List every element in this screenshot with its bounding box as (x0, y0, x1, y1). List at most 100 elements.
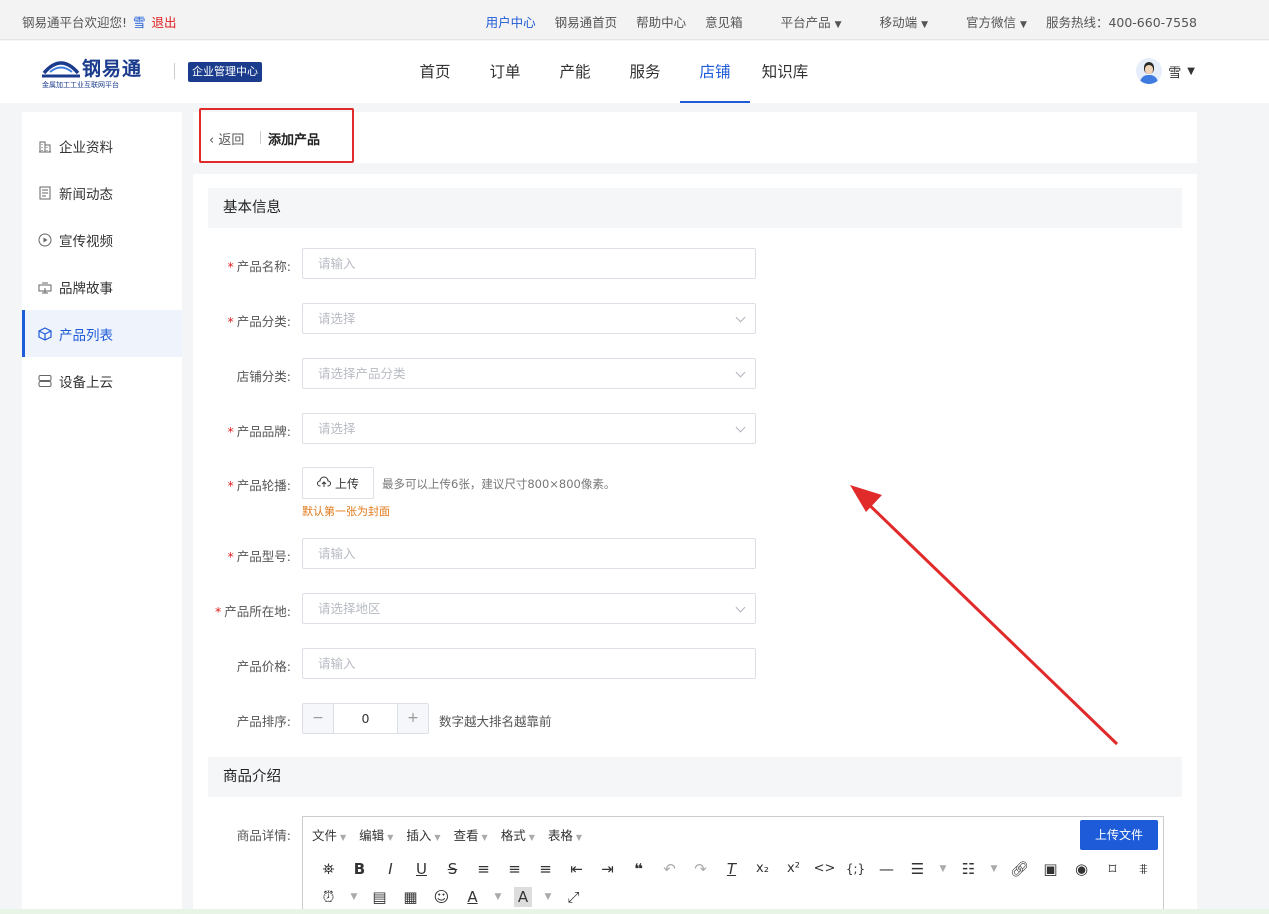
field-label: * 产品品牌: (228, 421, 291, 440)
caret-down-icon: ▼ (921, 20, 928, 30)
menu-label: 插入 (406, 827, 432, 843)
field-label-text: 产品名称: (236, 259, 291, 274)
background-color-icon[interactable]: A (514, 887, 532, 907)
link-icon[interactable]: 🔗︎ (1004, 859, 1035, 879)
underline-icon[interactable]: U (406, 859, 437, 879)
menu-edit[interactable]: 编辑 ▼ (359, 825, 393, 844)
image-icon[interactable]: ▣ (1035, 859, 1066, 879)
stepper-minus-button[interactable]: − (303, 704, 334, 733)
caret-down-icon: ▼ (481, 832, 488, 842)
redo-icon[interactable]: ↷ (685, 859, 716, 879)
detail-label: 商品详情: (236, 828, 291, 843)
caret-down-icon[interactable]: ▼ (933, 859, 953, 879)
field-label: * 产品所在地: (215, 601, 291, 620)
nav-knowledge[interactable]: 知识库 (750, 41, 820, 103)
rich-text-editor: 文件 ▼ 编辑 ▼ 插入 ▼ 查看 ▼ 格式 ▼ 表格 ▼ 上传文件 ⛯ B I U S ≡… (302, 816, 1164, 914)
shop-category-select[interactable]: 请选择产品分类 (302, 358, 756, 389)
caret-down-icon: ▼ (340, 832, 347, 842)
caret-down-icon[interactable]: ▼ (538, 887, 558, 907)
font-color-icon[interactable]: A (457, 887, 488, 907)
top-link-feedback[interactable]: 意见箱 (705, 12, 743, 31)
blockquote-icon[interactable]: ❝ (623, 859, 654, 879)
required-marker: * (215, 604, 222, 619)
upload-file-button[interactable]: 上传文件 (1080, 820, 1158, 850)
sidebar-item-news[interactable]: 新闻动态 (22, 169, 182, 216)
header-divider (174, 63, 175, 79)
undo-icon[interactable]: ↶ (654, 859, 685, 879)
numbered-list-icon[interactable]: ☷ (953, 859, 984, 879)
product-brand-select[interactable]: 请选择 (302, 413, 756, 444)
bullet-list-icon[interactable]: ☰ (902, 859, 933, 879)
stepper-plus-button[interactable]: + (397, 704, 428, 733)
top-link-wechat[interactable]: 官方微信 ▼ (947, 12, 1027, 31)
product-price-input[interactable]: 请输入 (302, 648, 756, 679)
carousel-upload-button[interactable]: 上传 (302, 467, 374, 499)
horizontal-rule-icon[interactable]: — (871, 859, 902, 879)
field-label: 店铺分类: (236, 369, 291, 384)
logo[interactable]: 钢易通 金属加工工业互联网平台 (42, 54, 147, 90)
top-link-mobile[interactable]: 移动端 ▼ (861, 12, 928, 31)
indent-icon[interactable]: ⇥ (592, 859, 623, 879)
preview-icon[interactable]: ◉ (1066, 859, 1097, 879)
code-block-icon[interactable]: {;} (840, 859, 871, 879)
user-menu[interactable]: 雪 ▼ (1136, 58, 1195, 84)
product-model-input[interactable]: 请输入 (302, 538, 756, 569)
menu-view[interactable]: 查看 ▼ (454, 825, 488, 844)
code-icon[interactable]: <> (809, 859, 840, 879)
product-location-select[interactable]: 请选择地区 (302, 593, 756, 624)
nav-home[interactable]: 首页 (400, 41, 470, 103)
top-link-user-center[interactable]: 用户中心 (486, 12, 536, 31)
menu-format[interactable]: 格式 ▼ (501, 825, 535, 844)
product-category-select[interactable]: 请选择 (302, 303, 756, 334)
italic-icon[interactable]: I (375, 859, 406, 879)
nav-orders[interactable]: 订单 (470, 41, 540, 103)
menu-table[interactable]: 表格 ▼ (548, 825, 582, 844)
nav-store[interactable]: 店铺 (680, 41, 750, 103)
sidebar-item-device-cloud[interactable]: 设备上云 (22, 357, 182, 404)
menu-insert[interactable]: 插入 ▼ (406, 825, 440, 844)
caret-down-icon: ▼ (528, 832, 535, 842)
emoji-icon[interactable]: ☺ (426, 887, 457, 907)
user-link[interactable]: 雪 (133, 15, 146, 30)
field-label-text: 产品所在地: (224, 604, 291, 619)
caret-down-icon: ▼ (1020, 20, 1027, 30)
align-center-icon[interactable]: ≡ (499, 859, 530, 879)
bold-icon[interactable]: B (344, 859, 375, 879)
sidebar-item-video[interactable]: 宣传视频 (22, 216, 182, 263)
align-left-icon[interactable]: ≡ (468, 859, 499, 879)
media-icon[interactable]: ▤ (364, 887, 395, 907)
top-link-products[interactable]: 平台产品 ▼ (762, 12, 842, 31)
sidebar-item-brand-story[interactable]: 品牌故事 (22, 263, 182, 310)
table-icon[interactable]: ▦ (395, 887, 426, 907)
caret-down-icon[interactable]: ▼ (488, 887, 508, 907)
stepper-value-input[interactable]: 0 (334, 704, 397, 733)
field-product-model: * 产品型号: 请输入 (193, 538, 1197, 570)
menu-file[interactable]: 文件 ▼ (312, 825, 346, 844)
outdent-icon[interactable]: ⇤ (561, 859, 592, 879)
editor-toolbar-row-2: ⏰︎ ▼ ▤ ▦ ☺ A ▼ A ▼ ⤢ (303, 885, 1163, 909)
page-break-icon[interactable]: ⩨ (1128, 859, 1159, 879)
field-label: * 产品型号: (228, 546, 291, 565)
subscript-icon[interactable]: x₂ (747, 859, 778, 879)
fullscreen-icon[interactable]: ⤢ (558, 887, 589, 907)
caret-down-icon[interactable]: ▼ (344, 887, 364, 907)
nav-capacity[interactable]: 产能 (540, 41, 610, 103)
top-link-help[interactable]: 帮助中心 (636, 12, 686, 31)
top-link-products-label: 平台产品 (780, 15, 831, 30)
field-shop-category: 店铺分类: 请选择产品分类 (193, 358, 1197, 390)
logout-link[interactable]: 退出 (152, 15, 177, 30)
top-link-home[interactable]: 钢易通首页 (555, 12, 618, 31)
main-header: 钢易通 金属加工工业互联网平台 企业管理中心 首页 订单 产能 服务 店铺 知识… (0, 41, 1269, 103)
strikethrough-icon[interactable]: S (437, 859, 468, 879)
find-replace-icon[interactable]: ⛯ (313, 859, 344, 879)
clear-format-icon[interactable]: T (716, 859, 747, 879)
bookmark-icon[interactable]: ⌑ (1097, 859, 1128, 879)
align-right-icon[interactable]: ≡ (530, 859, 561, 879)
sidebar-item-product-list[interactable]: 产品列表 (22, 310, 182, 357)
product-name-input[interactable]: 请输入 (302, 248, 756, 279)
superscript-icon[interactable]: x² (778, 859, 809, 879)
nav-services[interactable]: 服务 (610, 41, 680, 103)
sidebar-item-company-info[interactable]: 企业资料 (22, 122, 182, 169)
caret-down-icon[interactable]: ▼ (984, 859, 1004, 879)
alarm-clock-icon[interactable]: ⏰︎ (313, 887, 344, 907)
